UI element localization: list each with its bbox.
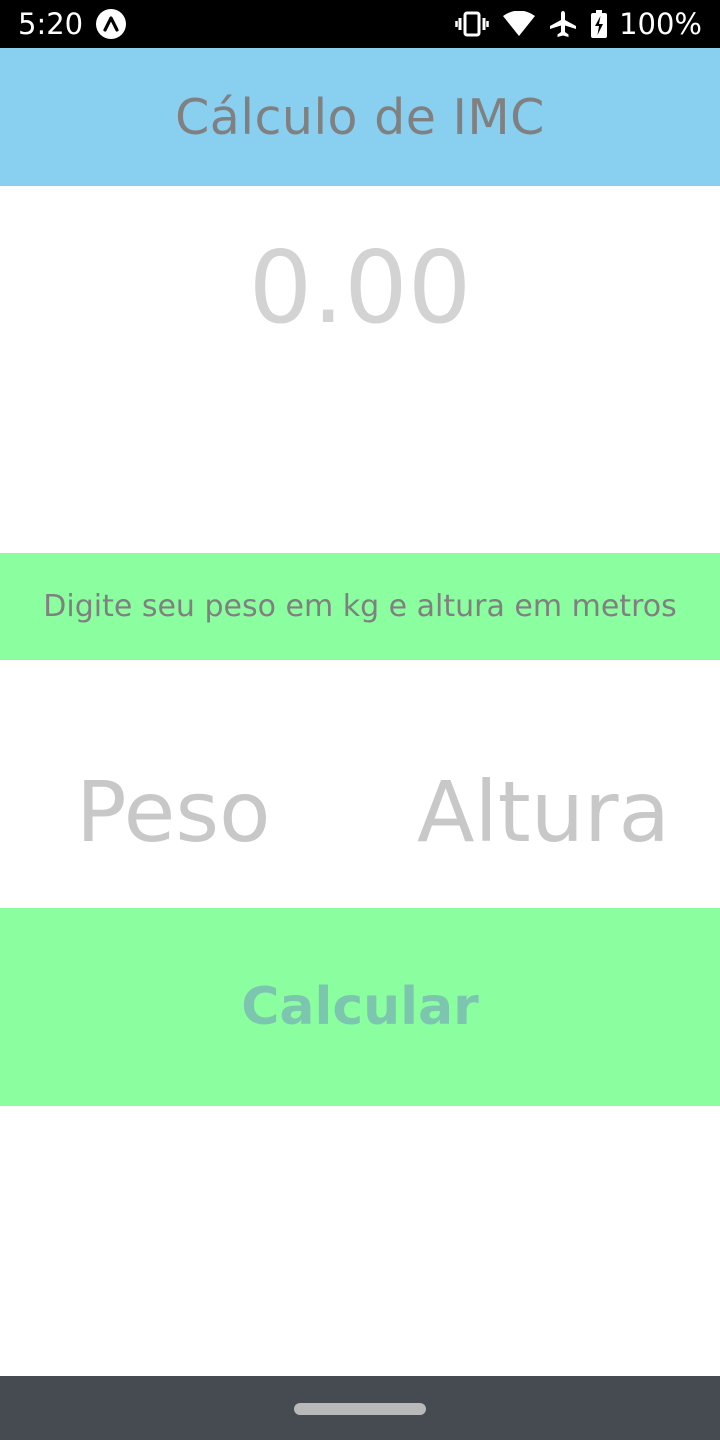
navigation-bar bbox=[0, 1376, 720, 1440]
app-notification-icon bbox=[96, 9, 126, 39]
vibrate-icon bbox=[455, 11, 489, 37]
battery-percentage: 100% bbox=[619, 7, 702, 41]
peso-input[interactable] bbox=[76, 752, 326, 872]
altura-input[interactable] bbox=[417, 752, 697, 872]
inputs-row bbox=[0, 752, 720, 872]
instruction-text: Digite seu peso em kg e altura em metros bbox=[43, 589, 677, 624]
wifi-icon bbox=[503, 11, 536, 36]
battery-charging-icon bbox=[591, 10, 608, 38]
home-gesture-handle[interactable] bbox=[294, 1403, 426, 1415]
instruction-banner: Digite seu peso em kg e altura em metros bbox=[0, 553, 720, 660]
status-icons: 100% bbox=[455, 6, 702, 42]
status-bar: 5:20 100% bbox=[0, 0, 720, 48]
airplane-mode-icon bbox=[550, 11, 577, 37]
calcular-button-label: Calcular bbox=[241, 977, 479, 1037]
calcular-button[interactable]: Calcular bbox=[0, 908, 720, 1106]
imc-result: 0.00 bbox=[248, 229, 472, 346]
app-header: Cálculo de IMC bbox=[0, 48, 720, 186]
page-title: Cálculo de IMC bbox=[175, 88, 545, 146]
status-time: 5:20 bbox=[18, 7, 84, 41]
